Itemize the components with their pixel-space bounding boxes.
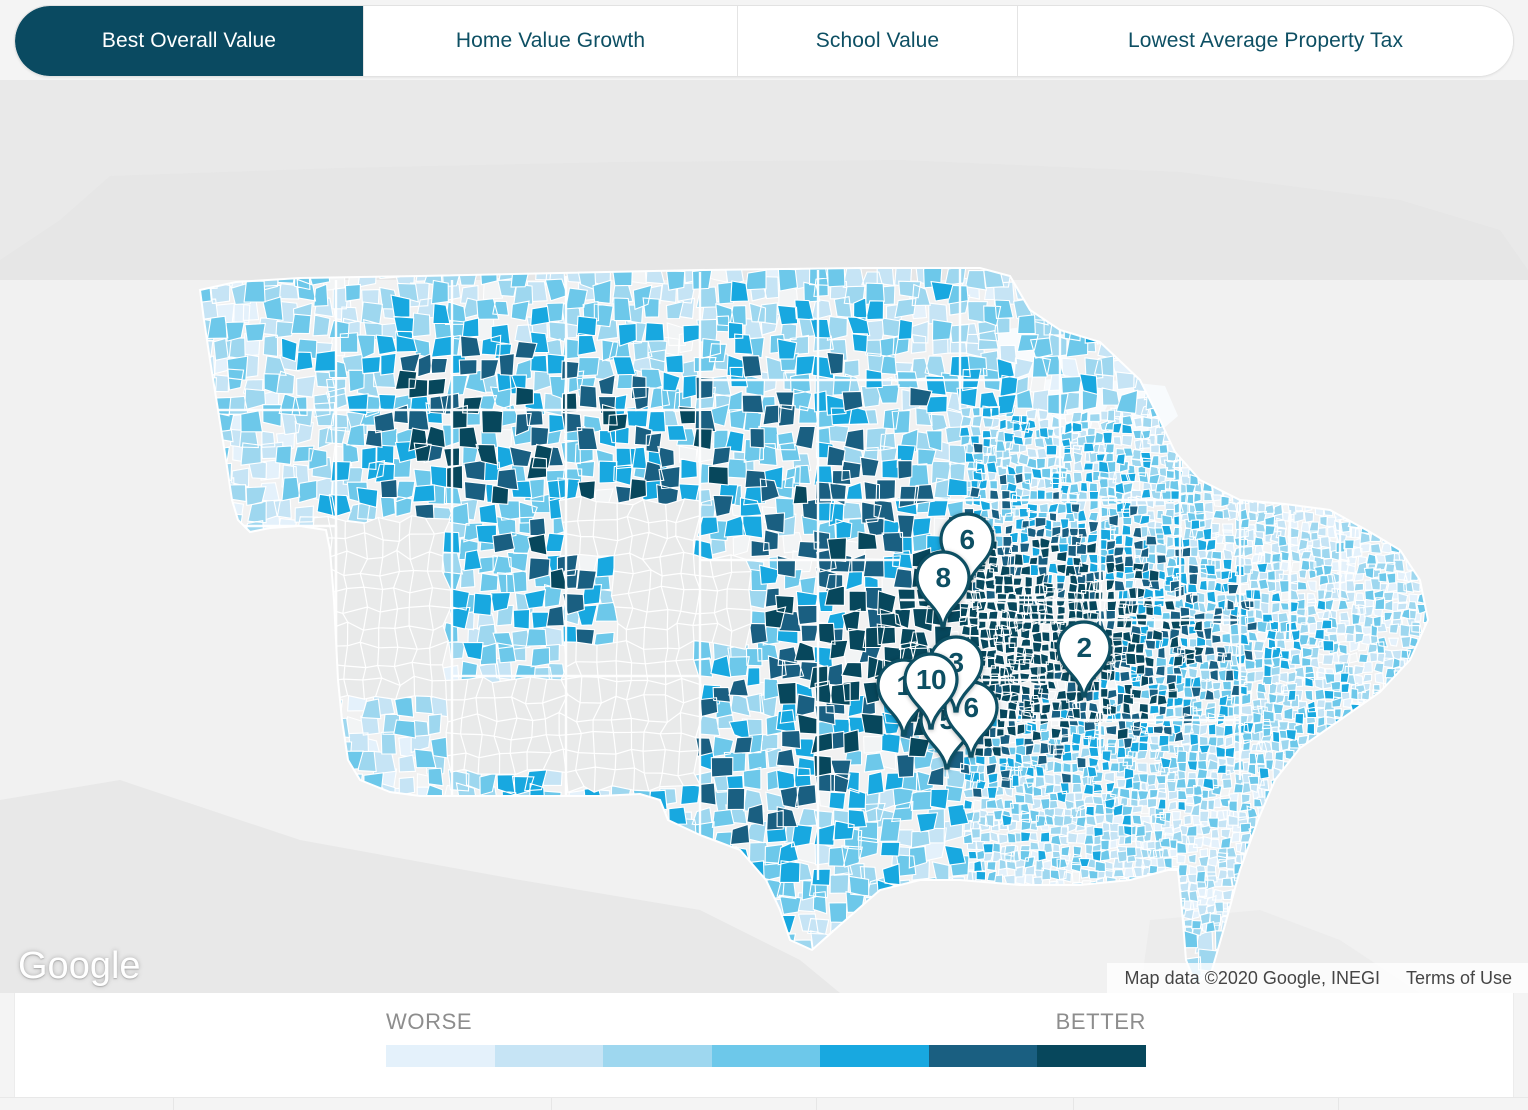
- legend-panel: WORSE BETTER: [14, 993, 1514, 1097]
- legend-swatch-6: [928, 1045, 1038, 1067]
- metric-tabbar: Best Overall Value Home Value Growth Sch…: [14, 5, 1514, 77]
- tab-label: Best Overall Value: [101, 29, 277, 52]
- tab-lowest-average-property-tax[interactable]: Lowest Average Property Tax: [1017, 6, 1513, 76]
- legend-better-label: BETTER: [1055, 1009, 1146, 1034]
- legend-swatch-3: [603, 1045, 712, 1067]
- tab-home-value-growth[interactable]: Home Value Growth: [363, 6, 737, 76]
- legend-worse-label: WORSE: [386, 1009, 473, 1034]
- map-canvas[interactable]: [0, 80, 1528, 993]
- legend-color-scale: [386, 1045, 1147, 1067]
- google-watermark: Google: [18, 945, 141, 987]
- tab-best-overall-value[interactable]: Best Overall Value: [15, 6, 363, 76]
- table-top-divider: [0, 1097, 1528, 1110]
- tab-label: Home Value Growth: [455, 29, 646, 52]
- choropleth-map[interactable]: 561368210 Google Map data ©2020 Google, …: [0, 80, 1528, 993]
- map-attribution: Map data ©2020 Google, INEGI Terms of Us…: [1106, 963, 1528, 993]
- map-data-credit: Map data ©2020 Google, INEGI: [1124, 967, 1380, 988]
- legend-swatch-4: [711, 1045, 821, 1067]
- legend-swatch-2: [494, 1045, 604, 1067]
- zillow-value-map-widget: Best Overall Value Home Value Growth Sch…: [0, 0, 1528, 1110]
- map-marker-rank-8[interactable]: 8: [912, 550, 974, 630]
- tab-label: School Value: [815, 29, 940, 52]
- legend-swatch-5: [820, 1045, 929, 1067]
- map-marker-rank-10[interactable]: 10: [900, 652, 962, 732]
- map-marker-rank-2[interactable]: 2: [1053, 620, 1115, 700]
- legend-labels: WORSE BETTER: [386, 1009, 1146, 1035]
- tab-label: Lowest Average Property Tax: [1127, 29, 1404, 52]
- tab-school-value[interactable]: School Value: [737, 6, 1017, 76]
- legend-swatch-7: [1037, 1045, 1147, 1067]
- legend-swatch-1: [386, 1045, 495, 1067]
- terms-of-use-link[interactable]: Terms of Use: [1406, 968, 1512, 989]
